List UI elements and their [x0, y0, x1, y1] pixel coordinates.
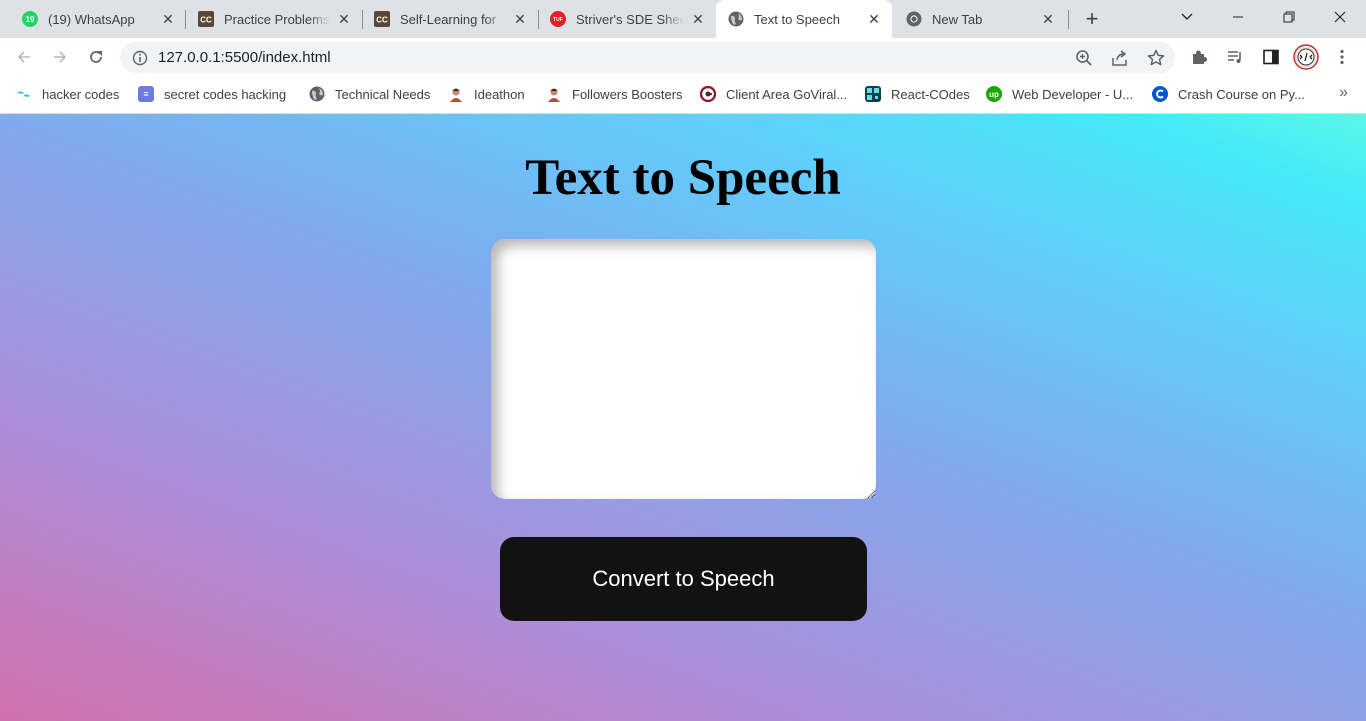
tab-text-to-speech[interactable]: Text to Speech ✕ [716, 0, 892, 38]
bookmark-label: Technical Needs [335, 86, 431, 102]
forward-button[interactable] [46, 43, 74, 71]
bookmark-label: Ideathon [474, 86, 525, 102]
close-icon[interactable]: ✕ [1040, 11, 1056, 27]
url-text[interactable]: 127.0.0.1:5500/index.html [158, 49, 331, 66]
bookmark-label: Followers Boosters [572, 86, 683, 102]
tab-separator [362, 10, 363, 29]
share-icon[interactable] [1110, 48, 1130, 68]
media-queue-icon[interactable] [1221, 43, 1249, 71]
tab-strivers-sde-sheet[interactable]: TUF Striver's SDE Shee ✕ [542, 0, 714, 38]
close-window-button[interactable] [1317, 0, 1363, 34]
svg-text:CC: CC [200, 16, 212, 25]
tab-title: (19) WhatsApp [48, 11, 135, 27]
bookmarks-overflow-icon[interactable]: » [1339, 84, 1348, 102]
svg-text:up: up [989, 90, 999, 99]
tab-title: Striver's SDE Shee [576, 11, 684, 27]
close-icon[interactable]: ✕ [336, 11, 352, 27]
profile-avatar[interactable] [1292, 43, 1320, 71]
bookmark-followers-boosters[interactable]: Followers Boosters [546, 85, 683, 103]
globe-icon [728, 11, 744, 27]
bookmark-label: secret codes hacking [164, 86, 287, 102]
menu-kebab-icon[interactable] [1328, 43, 1356, 71]
takeuforward-icon: TUF [550, 11, 566, 27]
tab-title: Self-Learning for [400, 11, 497, 27]
bookmark-web-developer[interactable]: up Web Developer - U... [986, 85, 1133, 103]
close-icon[interactable]: ✕ [160, 11, 176, 27]
tab-title: New Tab [932, 11, 983, 27]
back-button[interactable] [10, 43, 38, 71]
page-title: Text to Speech [525, 150, 841, 206]
tab-separator [538, 10, 539, 29]
bookmark-label: Web Developer - U... [1012, 86, 1134, 102]
address-bar[interactable]: 127.0.0.1:5500/index.html [120, 42, 1175, 73]
whatsapp-icon: 19 [22, 11, 38, 27]
bookmark-crash-course[interactable]: Crash Course on Py... [1152, 85, 1305, 103]
bookmark-hacker-codes[interactable]: hacker codes [16, 85, 119, 103]
zoom-icon[interactable] [1074, 48, 1094, 68]
svg-text:TUF: TUF [553, 17, 563, 23]
tab-separator [185, 10, 186, 29]
tab-practice-problems[interactable]: CC Practice Problems ✕ [190, 0, 360, 38]
goviral-icon [700, 86, 716, 102]
page-content: Text to Speech Convert to Speech [0, 114, 1366, 721]
tab-search-button[interactable] [1164, 0, 1210, 34]
tab-new-tab[interactable]: New Tab ✕ [894, 0, 1064, 38]
avatar-icon [448, 86, 464, 102]
bookmarks-bar: hacker codes ≡ secret codes hacking Tech… [0, 76, 1366, 114]
chrome-icon [906, 11, 922, 27]
tab-self-learning[interactable]: CC Self-Learning for ✕ [366, 0, 536, 38]
reload-button[interactable] [82, 43, 110, 71]
minimize-button[interactable] [1215, 0, 1261, 34]
bookmark-star-icon[interactable] [1146, 48, 1166, 68]
qr-icon [865, 86, 881, 102]
tab-title: Practice Problems [224, 11, 330, 27]
close-icon[interactable]: ✕ [866, 11, 882, 27]
side-panel-icon[interactable] [1257, 43, 1285, 71]
avatar-icon [546, 86, 562, 102]
bookmark-label: hacker codes [42, 86, 120, 102]
bookmark-react-codes[interactable]: React-COdes [865, 85, 970, 103]
close-icon[interactable]: ✕ [512, 11, 528, 27]
bookmark-ideathon[interactable]: Ideathon [448, 85, 525, 103]
bookmark-client-area-goviral[interactable]: Client Area GoViral... [700, 85, 847, 103]
codechef-icon: CC [374, 11, 390, 27]
layers-icon: ≡ [138, 86, 154, 102]
coursera-icon [1152, 86, 1168, 102]
globe-icon [309, 86, 325, 102]
new-tab-button[interactable]: + [1080, 6, 1104, 31]
restore-button[interactable] [1266, 0, 1312, 34]
tab-strip: 19 (19) WhatsApp ✕ CC Practice Problems … [0, 0, 1366, 38]
close-icon[interactable]: ✕ [690, 11, 706, 27]
speech-text-input[interactable] [491, 239, 876, 499]
bookmark-label: React-COdes [891, 86, 970, 102]
tab-title: Text to Speech [754, 11, 840, 27]
extensions-icon[interactable] [1185, 43, 1213, 71]
tab-whatsapp[interactable]: 19 (19) WhatsApp ✕ [14, 0, 184, 38]
bookmark-label: Client Area GoViral... [726, 86, 848, 102]
convert-to-speech-button[interactable]: Convert to Speech [500, 537, 867, 621]
bookmark-technical-needs[interactable]: Technical Needs [309, 85, 430, 103]
info-icon[interactable] [132, 50, 148, 66]
bookmark-secret-codes-hacking[interactable]: ≡ secret codes hacking [138, 85, 286, 103]
upwork-icon: up [986, 86, 1002, 102]
svg-text:19: 19 [26, 15, 35, 24]
toolbar: 127.0.0.1:5500/index.html [0, 38, 1366, 76]
bookmark-label: Crash Course on Py... [1178, 86, 1305, 102]
codechef-icon: CC [198, 11, 214, 27]
tab-separator [1068, 10, 1069, 29]
tailwind-icon [16, 86, 32, 102]
svg-text:CC: CC [376, 16, 388, 25]
